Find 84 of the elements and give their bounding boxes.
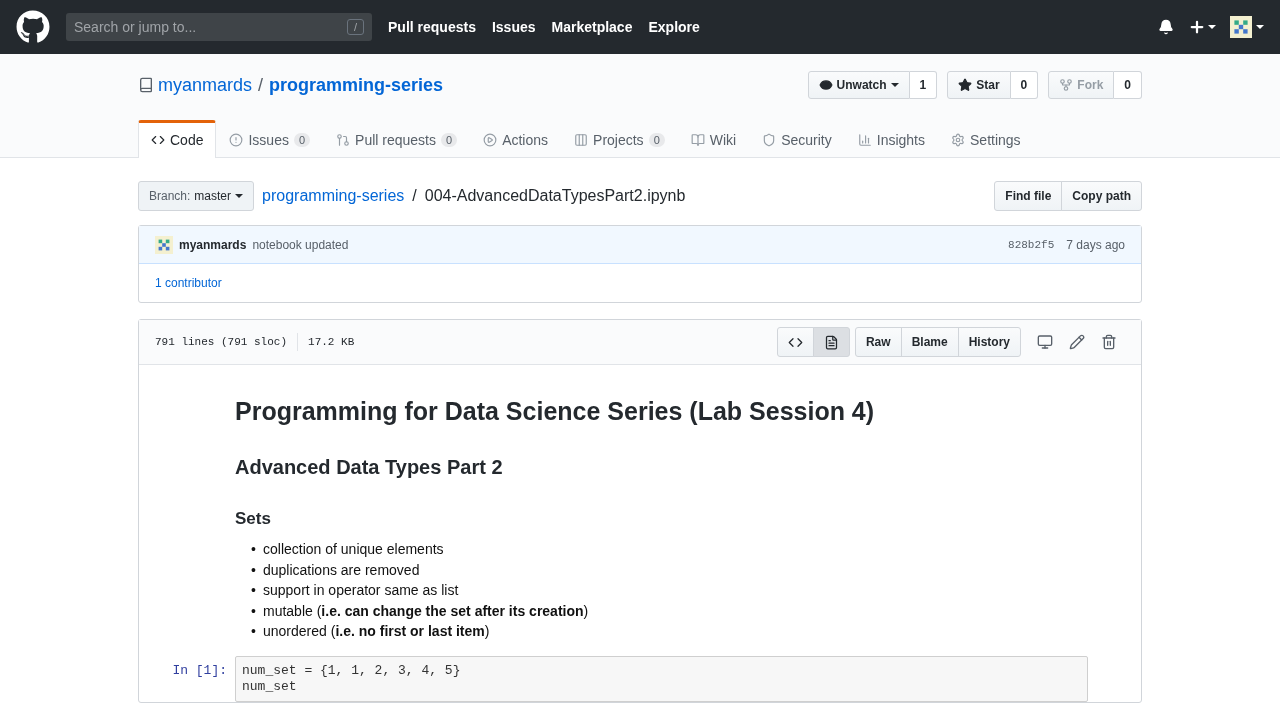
- search-placeholder: Search or jump to...: [74, 19, 197, 35]
- tab-icon: [574, 133, 589, 147]
- source-view-button[interactable]: [776, 327, 814, 357]
- file-icon: [823, 334, 839, 350]
- social-count[interactable]: 0: [1010, 71, 1039, 99]
- tab-icon: [336, 133, 351, 147]
- caret-icon: [235, 194, 244, 198]
- caret-icon: [1256, 25, 1264, 29]
- notebook-title: Programming for Data Science Series (Lab Session 4): [235, 397, 876, 426]
- tab-icon: [762, 133, 777, 147]
- bullet-item: duplications are removed: [263, 560, 420, 580]
- tab-counter: 0: [441, 133, 458, 147]
- bullet-item: collection of unique elements: [263, 540, 444, 559]
- search-field[interactable]: Search or jump to... /: [66, 13, 372, 41]
- repo-action-button[interactable]: Unwatch: [807, 71, 910, 99]
- file-name: 004-AdvancedDataTypesPart2.ipynb: [424, 187, 686, 205]
- breadcrumb-repo-link[interactable]: programming-series: [262, 187, 405, 205]
- file-view-button[interactable]: Blame: [900, 327, 959, 357]
- notebook-subtitle: Advanced Data Types Part 2: [235, 456, 504, 479]
- commit-sha-link[interactable]: 828b2f5: [1008, 238, 1055, 251]
- bullet-marker: •: [251, 540, 257, 559]
- tab-icon: [229, 133, 244, 147]
- user-avatar-icon: [1230, 16, 1252, 38]
- repo-tab[interactable]: Settings: [938, 120, 1034, 158]
- tab-counter: 0: [648, 133, 665, 147]
- social-count[interactable]: 1: [909, 71, 938, 99]
- shortcut-key: /: [346, 19, 364, 35]
- file-view-button[interactable]: History: [957, 327, 1021, 357]
- nav-link[interactable]: Issues: [491, 19, 536, 35]
- repo-tab[interactable]: Code: [138, 120, 217, 158]
- bullet-marker: •: [251, 581, 257, 600]
- rendered-view-button[interactable]: [812, 327, 850, 357]
- repo-tab[interactable]: Wiki: [677, 120, 750, 158]
- repo-action-button[interactable]: Star: [947, 71, 1011, 99]
- delete-icon[interactable]: [1101, 334, 1117, 350]
- tab-icon: [690, 133, 705, 147]
- repo-tab[interactable]: Issues 0: [216, 120, 324, 158]
- bullet-item: support in operator same as list: [263, 581, 459, 600]
- code-line: num_set = {1, 1, 2, 3, 4, 5}: [242, 662, 462, 679]
- nav-link[interactable]: Explore: [648, 19, 700, 35]
- fork-icon: [1059, 78, 1074, 92]
- repo-tab[interactable]: Insights: [844, 120, 938, 158]
- repo-tab[interactable]: Projects 0: [561, 120, 678, 158]
- path-separator: /: [258, 74, 264, 96]
- branch-selector[interactable]: Branch: master: [138, 181, 255, 211]
- repo-tab[interactable]: Pull requests 0: [323, 120, 471, 158]
- file-action-button[interactable]: Find file: [994, 181, 1063, 211]
- file-lines-info: 791 lines (791 sloc): [155, 336, 288, 348]
- bullet-item: unordered (i.e. no first or last item): [263, 622, 490, 641]
- bullet-marker: •: [251, 622, 257, 641]
- file-action-button[interactable]: Copy path: [1061, 181, 1142, 211]
- tab-icon: [483, 133, 498, 147]
- commit-message: notebook updated: [252, 237, 349, 252]
- file-size: 17.2 KB: [308, 336, 355, 348]
- input-prompt: In [1]:: [171, 661, 228, 680]
- avatar-icon: [155, 235, 173, 254]
- plus-icon[interactable]: [1188, 18, 1206, 36]
- bullet-item: mutable (i.e. can change the set after its creation): [263, 601, 589, 621]
- desktop-icon[interactable]: [1037, 334, 1053, 350]
- repo-owner-link[interactable]: myanmards: [158, 74, 253, 96]
- github-logo-icon[interactable]: [16, 10, 50, 44]
- caret-icon: [1208, 25, 1216, 29]
- file-view-button[interactable]: Raw: [854, 327, 902, 357]
- tab-counter: 0: [293, 133, 311, 147]
- notification-bell-icon[interactable]: [1158, 19, 1174, 35]
- section-heading: Sets: [235, 509, 272, 529]
- code-line: num_set: [242, 678, 298, 695]
- commit-author-link[interactable]: myanmards: [179, 237, 247, 252]
- edit-icon[interactable]: [1069, 334, 1085, 350]
- breadcrumb-separator: /: [412, 187, 417, 205]
- commit-time: 7 days ago: [1066, 237, 1125, 252]
- contributors-link[interactable]: 1 contributor: [139, 264, 1141, 302]
- repo-icon: [138, 77, 154, 93]
- star-icon: [958, 78, 973, 92]
- nav-link[interactable]: Marketplace: [551, 19, 633, 35]
- repo-tab[interactable]: Security: [749, 120, 845, 158]
- repo-name-link[interactable]: programming-series: [269, 74, 444, 96]
- tab-icon: [951, 133, 965, 147]
- nav-link[interactable]: Pull requests: [388, 19, 476, 35]
- tab-icon: [151, 133, 165, 147]
- repo-tab[interactable]: Actions: [470, 120, 562, 158]
- bullet-marker: •: [251, 560, 257, 580]
- bullet-marker: •: [251, 601, 257, 621]
- tab-icon: [857, 133, 872, 147]
